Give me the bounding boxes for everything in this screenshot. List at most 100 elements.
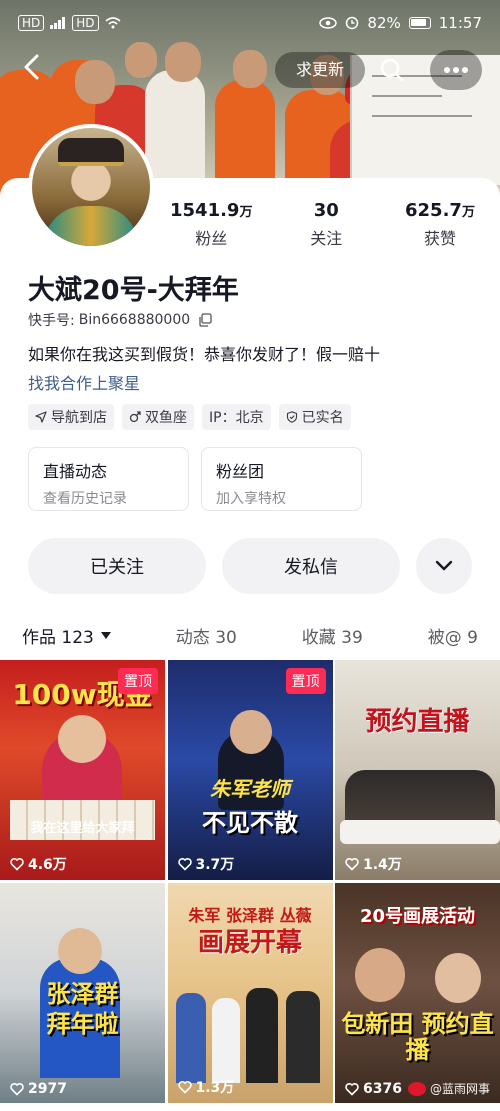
profile-handle[interactable]: 快手号: Bin6668880000 [28, 310, 212, 330]
video-likes: 6376 [345, 1081, 402, 1097]
caret-down-icon [100, 631, 111, 639]
more-button[interactable] [430, 50, 482, 90]
network-indicators: HD HD [18, 15, 121, 31]
video-tile[interactable]: 20号画展活动 包新田 预约直播 6376 @蓝雨网事 [335, 883, 500, 1103]
video-tile[interactable]: 张泽群 拜年啦 2977 [0, 883, 165, 1103]
likes-count: 4.6万 [28, 857, 67, 873]
stat-label: 获赞 [423, 229, 456, 248]
video-likes: 2977 [10, 1081, 67, 1097]
status-right: 82% 11:57 [319, 14, 482, 32]
tab-label: 收藏 39 [301, 627, 363, 648]
heart-icon [177, 1080, 192, 1094]
watermark-text: @蓝雨网事 [429, 1082, 490, 1096]
video-caption-top: 朱军老师 [210, 777, 290, 801]
video-caption-top: 预约直播 [365, 707, 470, 737]
tab-label: 作品 123 [22, 627, 94, 648]
pinned-badge: 置顶 [118, 668, 158, 694]
stat-value: 625.7 [405, 200, 462, 221]
video-grid: 100w现金 我在这里给大家拜 置顶 4.6万 朱军老师 不见不散 置顶 3.7… [0, 660, 500, 1103]
heart-icon [345, 857, 359, 871]
stat-label: 关注 [310, 229, 343, 248]
tag-label: 双鱼座 [145, 410, 187, 426]
profile-nickname: 大斌20号-大拜年 [28, 275, 239, 306]
clock-time: 11:57 [438, 14, 482, 32]
heart-icon [177, 857, 192, 871]
alarm-icon [346, 16, 359, 30]
heart-icon [10, 1082, 24, 1096]
stat-followers[interactable]: 1541.9万 粉丝 [170, 200, 252, 249]
video-table [340, 820, 500, 844]
tag-label: 导航到店 [51, 410, 107, 426]
request-update-button[interactable]: 求更新 [275, 52, 365, 88]
video-figure [175, 993, 206, 1083]
hd-badge: HD [72, 15, 99, 31]
tab-label: 被@ 9 [427, 627, 478, 648]
video-face [229, 710, 272, 754]
tag-ip-location: IP：北京 [202, 404, 271, 430]
search-button[interactable] [370, 52, 414, 88]
video-caption-top: 20号画展活动 [359, 906, 476, 927]
copy-icon[interactable] [198, 313, 212, 327]
likes-count: 3.7万 [195, 857, 235, 873]
tag-label: IP：北京 [209, 410, 264, 426]
video-tile[interactable]: 朱军 张泽群 丛薇 画展开幕 1.3万 [167, 883, 333, 1103]
profile-stats: 1541.9万 粉丝 30 关注 625.7万 获赞 [170, 200, 480, 249]
video-caption-bottom: 不见不散 [202, 809, 298, 837]
handle-value: Bin6668880000 [78, 312, 191, 328]
live-history-box[interactable]: 直播动态 查看历史记录 [28, 447, 189, 511]
back-button[interactable] [22, 52, 62, 88]
box-subtitle: 查看历史记录 [43, 491, 127, 507]
video-likes: 1.3万 [177, 1077, 235, 1097]
verified-shield-icon [286, 411, 297, 423]
followed-button[interactable]: 已关注 [28, 538, 206, 594]
box-title: 粉丝团 [216, 462, 265, 481]
likes-count: 6376 [363, 1081, 402, 1097]
video-caption-bottom: 我在这里给大家拜 [30, 821, 135, 836]
feature-boxes: 直播动态 查看历史记录 粉丝团 加入享特权 [28, 447, 362, 511]
video-tile[interactable]: 朱军老师 不见不散 置顶 3.7万 [167, 660, 333, 880]
tab-mentions[interactable]: 被@ 9 [428, 623, 478, 648]
stat-following[interactable]: 30 关注 [286, 200, 366, 249]
tag-label: 已实名 [301, 410, 344, 426]
search-icon [380, 58, 404, 82]
likes-count: 1.3万 [195, 1080, 235, 1096]
fan-club-box[interactable]: 粉丝团 加入享特权 [201, 447, 362, 511]
weibo-watermark: @蓝雨网事 [407, 1080, 490, 1097]
expand-button[interactable] [416, 538, 472, 594]
video-caption-top: 张泽群 [46, 980, 119, 1008]
video-caption-top: 朱军 张泽群 丛薇 [188, 906, 312, 925]
tag-zodiac: 双鱼座 [122, 404, 194, 430]
stat-value: 1541.9 [170, 200, 240, 221]
stat-likes[interactable]: 625.7万 获赞 [400, 200, 480, 249]
tab-moments[interactable]: 动态 30 [176, 623, 237, 648]
video-face [355, 948, 405, 1002]
profile-actions: 已关注 发私信 [28, 538, 472, 594]
video-figure [285, 991, 320, 1083]
weibo-logo-icon [407, 1081, 426, 1096]
avatar[interactable] [28, 124, 154, 250]
more-dots-icon [444, 67, 468, 73]
status-bar: HD HD 82% 11:57 [0, 0, 500, 46]
chevron-down-icon [435, 560, 453, 571]
cooperation-link[interactable]: 找我合作上聚星 [28, 370, 140, 394]
likes-count: 2977 [28, 1081, 67, 1097]
video-likes: 3.7万 [177, 854, 235, 874]
eye-icon [319, 17, 338, 29]
video-tile[interactable]: 100w现金 我在这里给大家拜 置顶 4.6万 [0, 660, 165, 880]
send-message-button[interactable]: 发私信 [222, 538, 400, 594]
heart-icon [10, 857, 24, 871]
signal-icon [50, 17, 66, 29]
video-caption-bottom: 拜年啦 [46, 1010, 119, 1038]
hd-badge: HD [18, 15, 45, 31]
stat-label: 粉丝 [195, 229, 228, 248]
handle-label: 快手号: [28, 313, 75, 329]
video-face [58, 715, 106, 763]
video-tile[interactable]: 预约直播 1.4万 [335, 660, 500, 880]
tab-works[interactable]: 作品 123 [22, 623, 111, 648]
avatar-hat [58, 138, 124, 166]
video-face [58, 928, 102, 974]
navigation-icon [35, 411, 47, 423]
tag-navigate-store[interactable]: 导航到店 [28, 404, 114, 430]
top-nav: 求更新 [0, 50, 500, 90]
tab-favorites[interactable]: 收藏 39 [302, 623, 363, 648]
